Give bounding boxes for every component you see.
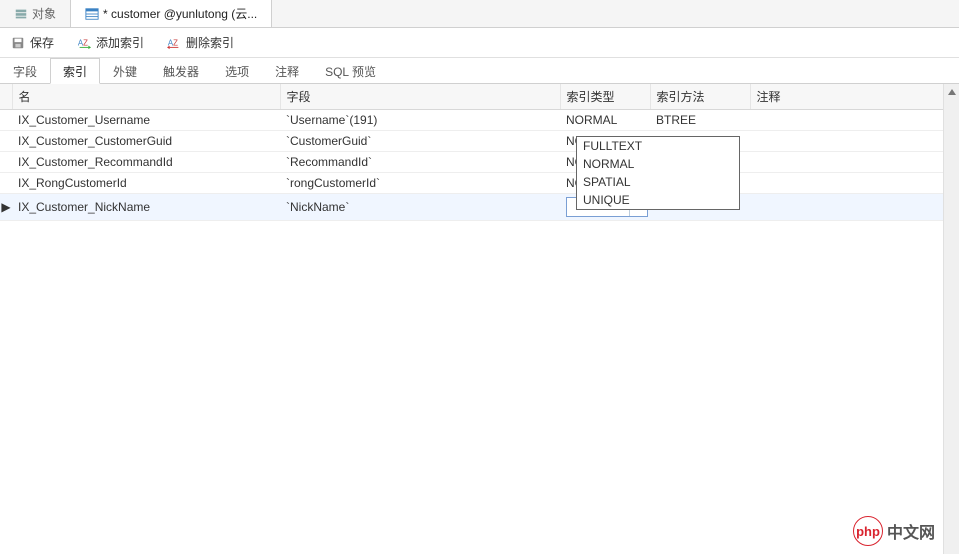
row-marker <box>0 173 12 194</box>
row-marker <box>0 131 12 152</box>
cell-comment[interactable] <box>750 110 959 131</box>
row-marker <box>0 110 12 131</box>
tab-objects[interactable]: 对象 <box>0 0 71 27</box>
table-icon <box>85 7 99 21</box>
cell-field[interactable]: `CustomerGuid` <box>280 131 560 152</box>
tab-triggers[interactable]: 触发器 <box>150 58 212 84</box>
row-marker: ▶ <box>0 194 12 221</box>
designer-tabs: 字段 索引 外键 触发器 选项 注释 SQL 预览 <box>0 58 959 84</box>
button-label: 删除索引 <box>186 34 234 51</box>
svg-text:Z: Z <box>173 38 178 47</box>
tab-comment[interactable]: 注释 <box>262 58 312 84</box>
add-index-button[interactable]: AZ 添加索引 <box>72 32 148 53</box>
index-grid-wrap: 名 字段 索引类型 索引方法 注释 IX_Customer_Username`U… <box>0 84 959 554</box>
option-normal[interactable]: NORMAL <box>577 155 739 173</box>
option-spatial[interactable]: SPATIAL <box>577 173 739 191</box>
cell-name[interactable]: IX_RongCustomerId <box>12 173 280 194</box>
cell-index-type[interactable]: NORMAL <box>560 110 650 131</box>
header-method[interactable]: 索引方法 <box>650 84 750 110</box>
cell-field[interactable]: `NickName` <box>280 194 560 221</box>
table-row[interactable]: IX_Customer_CustomerGuid`CustomerGuid`NO… <box>0 131 959 152</box>
row-marker <box>0 152 12 173</box>
delete-index-icon: AZ <box>166 35 182 51</box>
button-label: 添加索引 <box>96 34 144 51</box>
cell-name[interactable]: IX_Customer_CustomerGuid <box>12 131 280 152</box>
index-grid[interactable]: 名 字段 索引类型 索引方法 注释 IX_Customer_Username`U… <box>0 84 959 221</box>
tab-options[interactable]: 选项 <box>212 58 262 84</box>
cell-field[interactable]: `rongCustomerId` <box>280 173 560 194</box>
header-type[interactable]: 索引类型 <box>560 84 650 110</box>
tab-customer-table[interactable]: * customer @yunlutong (云... <box>71 0 272 27</box>
watermark-logo: php <box>853 516 883 546</box>
index-type-dropdown[interactable]: FULLTEXT NORMAL SPATIAL UNIQUE <box>576 136 740 210</box>
cell-name[interactable]: IX_Customer_NickName <box>12 194 280 221</box>
tab-foreign-keys[interactable]: 外键 <box>100 58 150 84</box>
tab-label: 对象 <box>32 5 56 22</box>
cell-name[interactable]: IX_Customer_Username <box>12 110 280 131</box>
cell-field[interactable]: `RecommandId` <box>280 152 560 173</box>
cell-field[interactable]: `Username`(191) <box>280 110 560 131</box>
scroll-up-button[interactable] <box>944 84 959 100</box>
header-comment[interactable]: 注释 <box>750 84 959 110</box>
header-name[interactable]: 名 <box>12 84 280 110</box>
tab-sql-preview[interactable]: SQL 预览 <box>312 58 389 84</box>
object-icon <box>14 7 28 21</box>
option-fulltext[interactable]: FULLTEXT <box>577 137 739 155</box>
option-unique[interactable]: UNIQUE <box>577 191 739 209</box>
tab-indexes[interactable]: 索引 <box>50 58 100 84</box>
add-index-icon: AZ <box>76 35 92 51</box>
delete-index-button[interactable]: AZ 删除索引 <box>162 32 238 53</box>
save-button[interactable]: 保存 <box>6 32 58 53</box>
tab-fields[interactable]: 字段 <box>0 58 50 84</box>
cell-comment[interactable] <box>750 194 959 221</box>
cell-comment[interactable] <box>750 152 959 173</box>
button-label: 保存 <box>30 34 54 51</box>
header-field[interactable]: 字段 <box>280 84 560 110</box>
table-row[interactable]: IX_RongCustomerId`rongCustomerId`NORMALB… <box>0 173 959 194</box>
cell-index-method[interactable]: BTREE <box>650 110 750 131</box>
window-tabs: 对象 * customer @yunlutong (云... <box>0 0 959 28</box>
watermark: php 中文网 <box>847 514 941 548</box>
watermark-text: 中文网 <box>887 519 935 543</box>
svg-text:Z: Z <box>83 38 88 47</box>
cell-name[interactable]: IX_Customer_RecommandId <box>12 152 280 173</box>
table-row[interactable]: IX_Customer_Username`Username`(191)NORMA… <box>0 110 959 131</box>
cell-comment[interactable] <box>750 173 959 194</box>
toolbar: 保存 AZ 添加索引 AZ 删除索引 <box>0 28 959 58</box>
table-row[interactable]: ▶IX_Customer_NickName`NickName` <box>0 194 959 221</box>
grid-header-row: 名 字段 索引类型 索引方法 注释 <box>0 84 959 110</box>
table-row[interactable]: IX_Customer_RecommandId`RecommandId` NORM… <box>0 152 959 173</box>
save-icon <box>10 35 26 51</box>
vertical-scrollbar[interactable] <box>943 84 959 554</box>
cell-comment[interactable] <box>750 131 959 152</box>
header-rowmark <box>0 84 12 110</box>
tab-label: * customer @yunlutong (云... <box>103 5 257 22</box>
